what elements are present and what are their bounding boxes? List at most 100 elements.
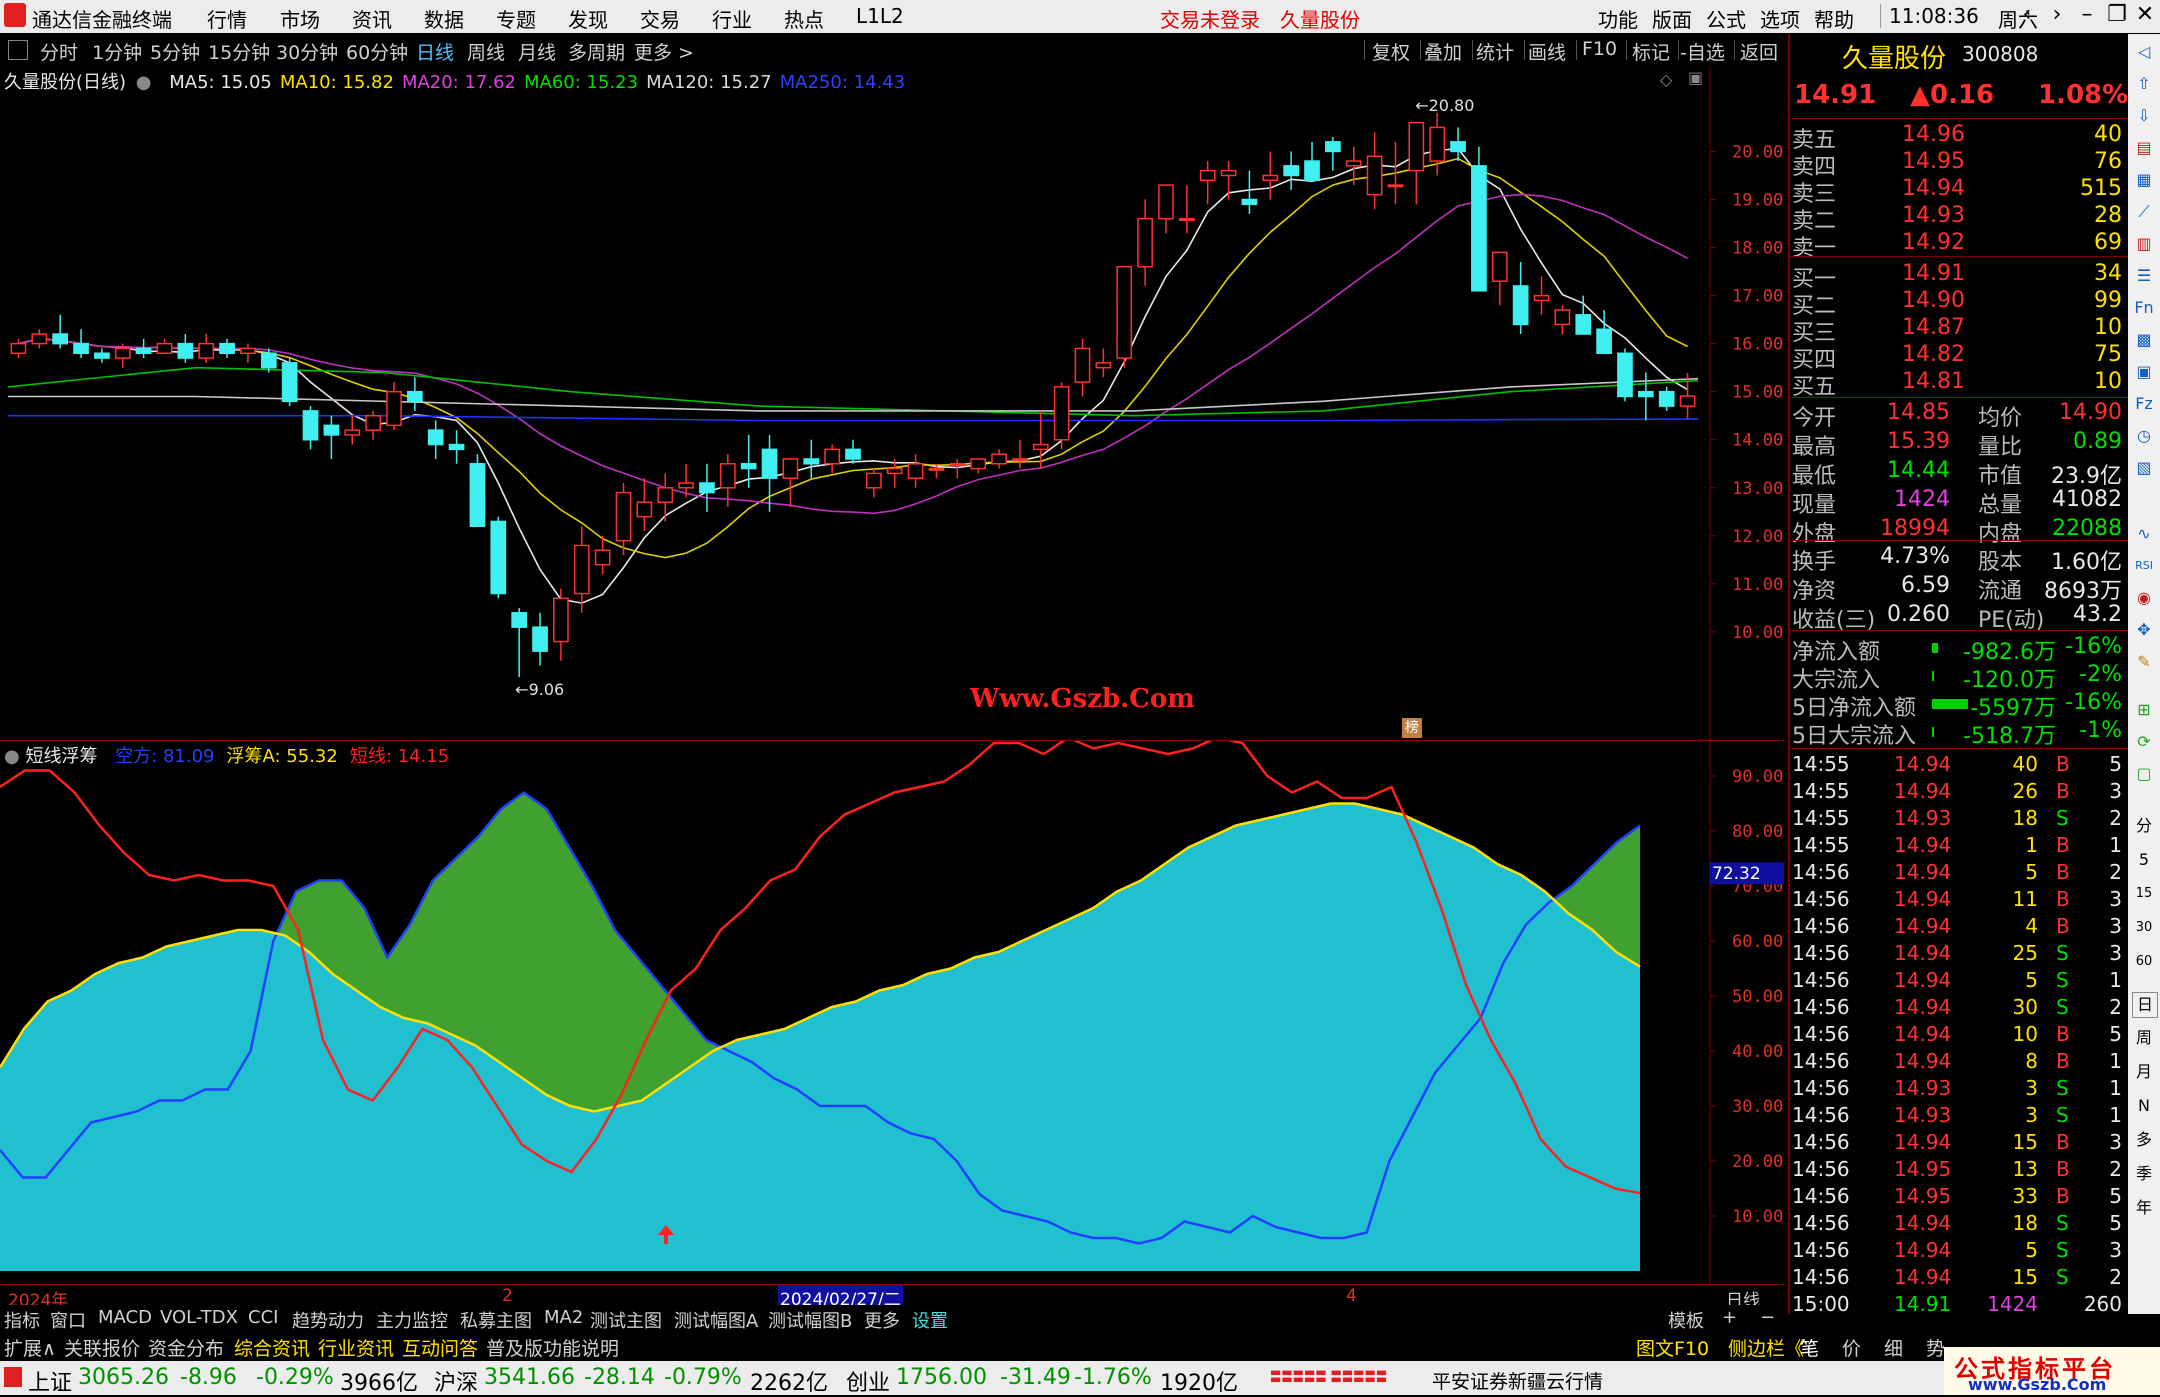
ind-tab-qushi[interactable]: 趋势动力 [292,1307,364,1333]
remove-button[interactable]: − [1760,1307,1775,1328]
bar-chart-icon[interactable]: ▥ [2132,232,2156,256]
candle[interactable] [365,410,381,440]
period-60[interactable]: 60 [2132,950,2156,974]
menu-zhuanti[interactable]: 专题 [496,4,536,33]
wave-icon[interactable]: ∿ [2132,522,2156,546]
tick-row[interactable]: 14:55 14.94 40 B 5 [1790,752,2128,780]
candle[interactable] [782,458,799,508]
template-button[interactable]: 模板 [1668,1307,1704,1333]
indicator-chart[interactable]: 90.0080.0070.0060.0050.0040.0030.0020.00… [0,741,1785,1285]
tick-row[interactable]: 14:56 14.94 15 S 2 [1790,1265,2128,1293]
pen-icon[interactable]: ✎ [2132,650,2156,674]
ind-tab-test-main[interactable]: 测试主图 [590,1307,662,1333]
book-row[interactable]: 卖二 14.93 28 [1790,203,2128,234]
menu-hangqing[interactable]: 行情 [207,4,247,33]
candle[interactable] [824,444,840,474]
back-icon[interactable]: ‹ [2012,2,2042,27]
forward-icon[interactable]: › [2042,2,2072,27]
menu-hangye[interactable]: 行业 [712,4,752,33]
kline-panel[interactable]: 久量股份(日线) ● MA5: 15.05 MA10: 15.82 MA20: 17… [0,66,1785,740]
tick-row[interactable]: 14:55 14.94 26 B 3 [1790,779,2128,807]
candle[interactable] [1199,161,1216,205]
book-row[interactable]: 买五 14.81 10 [1790,369,2128,400]
tool-fanhui[interactable]: 返回 [1740,38,1778,65]
ind-tab-window[interactable]: 窗口 [50,1307,86,1333]
candle[interactable] [52,314,69,349]
period-week[interactable]: 周 [2132,1026,2156,1050]
candle[interactable] [1304,141,1320,182]
layout-icon[interactable]: ▣ [2132,360,2156,384]
tab-xi[interactable]: 细 [1884,1334,1903,1361]
candle[interactable] [219,338,235,359]
menu-shichang[interactable]: 市场 [280,4,320,33]
candle[interactable] [1178,185,1195,234]
candle[interactable] [866,468,882,498]
candle[interactable] [761,434,778,512]
tab-monthly[interactable]: 月线 [518,38,556,65]
ind-tab-simu[interactable]: 私募主图 [460,1307,532,1333]
tick-row[interactable]: 14:56 14.94 10 B 5 [1790,1022,2128,1050]
tick-row[interactable]: 14:56 14.95 13 B 2 [1790,1157,2128,1185]
menu-gongneng[interactable]: 功能 [1598,4,1638,33]
trade-status[interactable]: 交易未登录 [1160,4,1260,33]
down-icon[interactable]: ⇩ [2132,104,2156,128]
tool-huaxian[interactable]: 画线 [1528,38,1566,65]
period-multi[interactable]: 多 [2132,1128,2156,1152]
bottom-tab-news[interactable]: 综合资讯 [234,1334,310,1361]
menu-bangzhu[interactable]: 帮助 [1814,4,1854,33]
candle[interactable] [1554,305,1571,335]
candle[interactable] [1429,113,1446,176]
candle[interactable] [636,478,653,532]
candle[interactable] [1533,276,1550,315]
sz-label[interactable]: 沪深 [434,1365,478,1397]
bottom-tab-related[interactable]: 关联报价 [64,1334,140,1361]
tool-zixuan[interactable]: -自选 [1680,38,1725,65]
kline-chart[interactable]: 20.00 19.00 18.00 17.00 16.00 15.00 14.00 13.00… [0,66,1785,740]
candle[interactable] [1596,310,1612,355]
tick-row[interactable]: 14:56 14.94 4 B 3 [1790,914,2128,942]
candle[interactable] [615,482,632,556]
tab-15min[interactable]: 15分钟 [208,38,270,65]
candle[interactable] [1116,266,1133,368]
ind-tab-cci[interactable]: CCI [248,1307,278,1328]
tool-tongji[interactable]: 统计 [1476,38,1514,65]
candle[interactable] [1283,151,1299,190]
ind-tab-ma2[interactable]: MA2 [544,1307,583,1328]
tool-biaoji[interactable]: 标记 [1632,38,1670,65]
list-icon[interactable]: ☰ [2132,264,2156,288]
menu-gongshi[interactable]: 公式 [1706,4,1746,33]
period-season[interactable]: 季 [2132,1162,2156,1186]
tick-row[interactable]: 14:56 14.94 5 B 2 [1790,860,2128,888]
period-month[interactable]: 月 [2132,1060,2156,1084]
menu-jiaoyi[interactable]: 交易 [640,4,680,33]
collapse-icon[interactable]: ◁ [2132,40,2156,64]
tab-bi[interactable]: 笔 [1800,1334,1819,1361]
add-button[interactable]: + [1722,1307,1737,1328]
candle[interactable] [907,454,924,488]
book-row[interactable]: 卖一 14.92 69 [1790,230,2128,261]
candle[interactable] [553,588,569,661]
candle[interactable] [448,430,465,464]
candle[interactable] [1241,170,1258,214]
candle[interactable] [490,516,507,599]
tick-row[interactable]: 14:56 14.94 11 B 3 [1790,887,2128,915]
candle[interactable] [657,473,674,522]
tool-diejia[interactable]: 叠加 [1424,38,1462,65]
ind-tab-test-b[interactable]: 测试幅图B [768,1307,852,1333]
period-year[interactable]: 年 [2132,1196,2156,1220]
candle[interactable] [511,607,528,678]
candle[interactable] [1012,439,1028,469]
book-row[interactable]: 买四 14.82 75 [1790,342,2128,373]
tick-row[interactable]: 14:56 14.94 15 B 3 [1790,1130,2128,1158]
candle[interactable] [177,334,194,363]
tab-30min[interactable]: 30分钟 [276,38,338,65]
tick-row[interactable]: 14:56 14.95 33 B 5 [1790,1184,2128,1212]
candle[interactable] [407,377,423,411]
book-row[interactable]: 买一 14.91 34 [1790,261,2128,292]
line-chart-icon[interactable]: ⟋ [2132,200,2156,224]
candle[interactable] [1158,184,1174,234]
menu-faxian[interactable]: 发现 [568,4,608,33]
candle[interactable] [532,612,548,666]
candle[interactable] [1491,251,1508,306]
bottom-tab-industry-news[interactable]: 行业资讯 [318,1334,394,1361]
